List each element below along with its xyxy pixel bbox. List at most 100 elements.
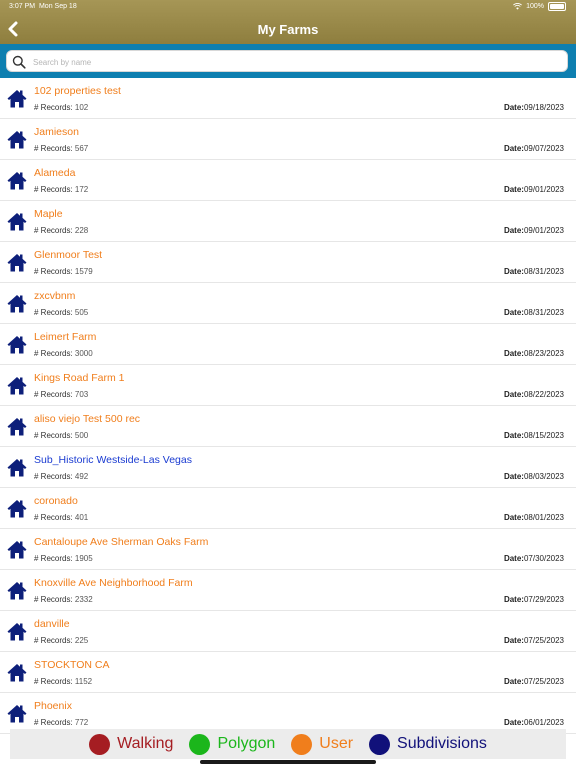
records-count: 228 bbox=[74, 226, 89, 235]
farm-row[interactable]: Glenmoor Test # Records: 1579 Date:08/31/2… bbox=[0, 242, 576, 283]
records-label: # Records: bbox=[34, 349, 75, 358]
farm-row[interactable]: zxcvbnm # Records: 505 Date:08/31/2023 bbox=[0, 283, 576, 324]
date-label: Date: bbox=[503, 226, 524, 235]
farm-name: Jamieson bbox=[34, 126, 79, 138]
farm-date: Date:09/18/2023 bbox=[504, 103, 564, 112]
date-label: Date: bbox=[503, 677, 524, 686]
farm-records: # Records: 102 bbox=[34, 103, 88, 112]
farm-name: Sub_Historic Westside-Las Vegas bbox=[34, 454, 192, 466]
farm-date: Date:07/30/2023 bbox=[504, 554, 564, 563]
battery-percent: 100% bbox=[526, 3, 544, 10]
farm-date: Date:08/22/2023 bbox=[504, 390, 564, 399]
farm-row[interactable]: Maple # Records: 228 Date:09/01/2023 bbox=[0, 201, 576, 242]
date-label: Date: bbox=[503, 390, 524, 399]
records-label: # Records: bbox=[34, 472, 75, 481]
records-count: 505 bbox=[74, 308, 89, 317]
records-count: 102 bbox=[74, 103, 89, 112]
farm-name: Cantaloupe Ave Sherman Oaks Farm bbox=[34, 536, 209, 548]
date-value: 08/22/2023 bbox=[523, 390, 564, 399]
records-label: # Records: bbox=[34, 636, 75, 645]
status-date-text: Mon Sep 18 bbox=[38, 3, 77, 10]
farm-records: # Records: 500 bbox=[34, 431, 88, 440]
legend-dot bbox=[369, 733, 391, 755]
farm-row[interactable]: Cantaloupe Ave Sherman Oaks Farm # Record… bbox=[0, 529, 576, 570]
house-icon bbox=[7, 704, 27, 723]
date-label: Date: bbox=[503, 595, 524, 604]
farm-records: # Records: 172 bbox=[34, 185, 88, 194]
farm-date: Date:09/01/2023 bbox=[504, 226, 564, 235]
status-time-text: 3:07 PM bbox=[9, 3, 36, 10]
farm-date: Date:08/15/2023 bbox=[504, 431, 564, 440]
farm-row[interactable]: danville # Records: 225 Date:07/25/2023 bbox=[0, 611, 576, 652]
records-count: 172 bbox=[74, 185, 89, 194]
house-icon bbox=[7, 376, 27, 395]
date-label: Date: bbox=[503, 349, 524, 358]
nav-bar: My Farms bbox=[0, 14, 576, 44]
search-icon bbox=[12, 55, 26, 69]
records-label: # Records: bbox=[34, 267, 75, 276]
farm-records: # Records: 225 bbox=[34, 636, 88, 645]
farm-date: Date:06/01/2023 bbox=[504, 718, 564, 727]
legend-label: Subdivisions bbox=[397, 735, 487, 752]
farm-row[interactable]: Jamieson # Records: 567 Date:09/07/2023 bbox=[0, 119, 576, 160]
farm-row[interactable]: Leimert Farm # Records: 3000 Date:08/23/20… bbox=[0, 324, 576, 365]
records-count: 492 bbox=[74, 472, 89, 481]
house-icon bbox=[7, 335, 27, 354]
records-count: 772 bbox=[74, 718, 89, 727]
date-label: Date: bbox=[503, 308, 524, 317]
farm-date: Date:07/25/2023 bbox=[504, 636, 564, 645]
date-label: Date: bbox=[503, 144, 524, 153]
farm-records: # Records: 772 bbox=[34, 718, 88, 727]
farm-row[interactable]: Phoenix # Records: 772 Date:06/01/2023 bbox=[0, 693, 576, 734]
date-label: Date: bbox=[503, 554, 524, 563]
house-icon bbox=[7, 89, 27, 108]
farm-row[interactable]: Kings Road Farm 1 # Records: 703 Date:08/2… bbox=[0, 365, 576, 406]
farm-row[interactable]: 102 properties test # Records: 102 Date:09… bbox=[0, 78, 576, 119]
records-label: # Records: bbox=[34, 390, 75, 399]
farm-row[interactable]: Sub_Historic Westside-Las Vegas # Records… bbox=[0, 447, 576, 488]
farm-row[interactable]: aliso viejo Test 500 rec # Records: 500 Da… bbox=[0, 406, 576, 447]
house-icon bbox=[7, 417, 27, 436]
farm-records: # Records: 1152 bbox=[34, 677, 92, 686]
records-label: # Records: bbox=[34, 226, 75, 235]
legend-item-user: User bbox=[291, 733, 353, 755]
farm-date: Date:09/07/2023 bbox=[504, 144, 564, 153]
farm-records: # Records: 401 bbox=[34, 513, 88, 522]
battery-icon bbox=[548, 2, 566, 11]
farm-date: Date:08/01/2023 bbox=[504, 513, 564, 522]
wifi-icon bbox=[513, 3, 523, 10]
farm-records: # Records: 567 bbox=[34, 144, 88, 153]
house-icon bbox=[7, 294, 27, 313]
house-icon bbox=[7, 253, 27, 272]
farm-records: # Records: 1579 bbox=[34, 267, 93, 276]
farm-records: # Records: 703 bbox=[34, 390, 88, 399]
farm-name: 102 properties test bbox=[34, 85, 121, 97]
farm-records: # Records: 2332 bbox=[34, 595, 93, 604]
records-label: # Records: bbox=[34, 103, 75, 112]
records-label: # Records: bbox=[34, 185, 75, 194]
farm-row[interactable]: STOCKTON CA # Records: 1152 Date:07/25/202… bbox=[0, 652, 576, 693]
date-label: Date: bbox=[503, 636, 524, 645]
records-label: # Records: bbox=[34, 308, 75, 317]
search-box[interactable] bbox=[6, 50, 568, 72]
farm-row[interactable]: Alameda # Records: 172 Date:09/01/2023 bbox=[0, 160, 576, 201]
farm-date: Date:08/31/2023 bbox=[504, 308, 564, 317]
farm-row[interactable]: coronado # Records: 401 Date:08/01/2023 bbox=[0, 488, 576, 529]
records-label: # Records: bbox=[34, 431, 75, 440]
date-value: 08/01/2023 bbox=[523, 513, 564, 522]
records-label: # Records: bbox=[34, 595, 75, 604]
farm-name: Glenmoor Test bbox=[34, 249, 103, 261]
date-label: Date: bbox=[503, 185, 524, 194]
records-label: # Records: bbox=[34, 144, 75, 153]
status-bar: 3:07 PM Mon Sep 18 100% bbox=[0, 0, 576, 14]
farm-records: # Records: 228 bbox=[34, 226, 88, 235]
farm-row[interactable]: Knoxville Ave Neighborhood Farm # Records… bbox=[0, 570, 576, 611]
records-label: # Records: bbox=[34, 513, 75, 522]
farm-date: Date:08/03/2023 bbox=[504, 472, 564, 481]
farm-records: # Records: 1905 bbox=[34, 554, 93, 563]
records-count: 703 bbox=[74, 390, 89, 399]
date-value: 09/01/2023 bbox=[523, 226, 564, 235]
search-input[interactable] bbox=[31, 53, 555, 71]
house-icon bbox=[7, 458, 27, 477]
records-count: 500 bbox=[74, 431, 89, 440]
